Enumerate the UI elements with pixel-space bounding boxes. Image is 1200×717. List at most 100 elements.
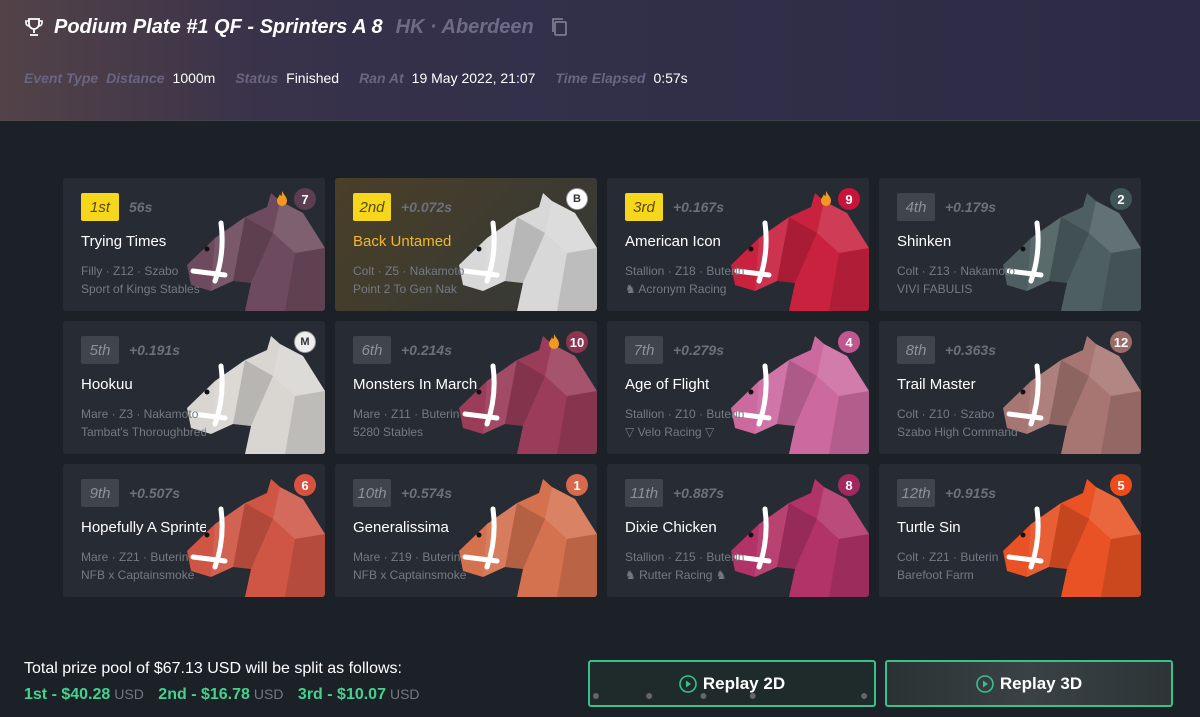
horse-image (187, 479, 325, 597)
time-elapsed-label: Time Elapsed (555, 70, 646, 86)
distance-value: 1000m (172, 70, 216, 86)
horse-details: Mare · Z21 · Buterin (81, 550, 189, 564)
position-badge: 1st (81, 193, 119, 221)
position-badge: 11th (625, 479, 663, 507)
prize-third-unit: USD (389, 686, 420, 702)
horse-name[interactable]: Back Untamed (353, 233, 478, 250)
horse-details: Mare · Z3 · Nakamoto (81, 407, 199, 421)
stable-name[interactable]: NFB x Captainsmoke (353, 568, 478, 582)
horse-name[interactable]: Monsters In March (353, 376, 478, 393)
horse-image (731, 193, 869, 311)
position-badge: 3rd (625, 193, 663, 221)
copy-icon[interactable] (550, 17, 568, 37)
time-gap: +0.887s (673, 485, 724, 501)
horse-image (187, 193, 325, 311)
race-title: Podium Plate #1 QF - Sprinters A 8 (54, 15, 383, 38)
horse-image (731, 336, 869, 454)
stable-name[interactable]: Sport of Kings Stables (81, 282, 206, 296)
gate-number-badge: 12 (1110, 331, 1132, 353)
results-grid: 1st 56s Trying Times Filly · Z12 · Szabo Spo… (63, 178, 1143, 597)
gate-number-badge: 1 (566, 474, 588, 496)
stable-name[interactable]: NFB x Captainsmoke (81, 568, 206, 582)
horse-name[interactable]: American Icon (625, 233, 750, 250)
result-card[interactable]: 9th +0.507s Hopefully A Sprinter Mare · Z21… (63, 464, 325, 597)
stable-name[interactable]: VIVI FABULIS (897, 282, 1022, 296)
result-card[interactable]: 6th +0.214s Monsters In March Mare · Z11 · … (335, 321, 597, 454)
time-gap: +0.191s (129, 342, 180, 358)
gate-number-badge: 4 (838, 331, 860, 353)
stable-name[interactable]: Tambat's Thoroughbreds (81, 425, 206, 439)
position-badge: 8th (897, 336, 935, 364)
result-card[interactable]: 2nd +0.072s Back Untamed Colt · Z5 · Nakamo… (335, 178, 597, 311)
gate-number-badge: 10 (566, 331, 588, 353)
result-card[interactable]: 5th +0.191s Hookuu Mare · Z3 · Nakamoto Tamb… (63, 321, 325, 454)
time-gap: 56s (129, 199, 153, 215)
horse-name[interactable]: Age of Flight (625, 376, 750, 393)
stable-logo-icon: M (294, 331, 316, 353)
time-gap: +0.915s (945, 485, 996, 501)
result-card[interactable]: 12th +0.915s Turtle Sin Colt · Z21 · Buteri… (879, 464, 1141, 597)
position-badge: 10th (353, 479, 391, 507)
distance-label: Distance (106, 70, 165, 86)
horse-name[interactable]: Shinken (897, 233, 1022, 250)
ran-at-value: 19 May 2022, 21:07 (411, 70, 536, 86)
time-gap: +0.167s (673, 199, 724, 215)
horse-name[interactable]: Generalissima (353, 519, 478, 536)
play-circle-icon (976, 674, 994, 693)
horse-name[interactable]: Hopefully A Sprinter (81, 519, 206, 536)
result-card[interactable]: 4th +0.179s Shinken Colt · Z13 · Nakamoto VI… (879, 178, 1141, 311)
horse-image (459, 193, 597, 311)
flame-icon (821, 191, 831, 206)
stable-name[interactable]: Point 2 To Gen Nak (353, 282, 478, 296)
stable-name[interactable]: Barefoot Farm (897, 568, 1022, 582)
horse-name[interactable]: Dixie Chicken (625, 519, 750, 536)
stable-name[interactable]: ▽ Velo Racing ▽ (625, 425, 750, 439)
result-card[interactable]: 1st 56s Trying Times Filly · Z12 · Szabo Spo… (63, 178, 325, 311)
horse-image (459, 336, 597, 454)
gate-number-badge: 6 (294, 474, 316, 496)
replay-2d-button[interactable]: Replay 2D (588, 660, 876, 707)
prize-pool-text: Total prize pool of $67.13 USD will be s… (24, 660, 402, 677)
time-gap: +0.179s (945, 199, 996, 215)
result-card[interactable]: 8th +0.363s Trail Master Colt · Z10 · Szabo… (879, 321, 1141, 454)
result-card[interactable]: 3rd +0.167s American Icon Stallion · Z18 · … (607, 178, 869, 311)
result-card[interactable]: 10th +0.574s Generalissima Mare · Z19 · But… (335, 464, 597, 597)
position-badge: 9th (81, 479, 119, 507)
time-gap: +0.279s (673, 342, 724, 358)
stable-name[interactable]: ♞ Acronym Racing (625, 282, 750, 296)
position-badge: 7th (625, 336, 663, 364)
stable-name[interactable]: 5280 Stables (353, 425, 478, 439)
play-circle-icon (679, 674, 697, 693)
gate-number-badge: 8 (838, 474, 860, 496)
horse-name[interactable]: Turtle Sin (897, 519, 1022, 536)
horse-name[interactable]: Trying Times (81, 233, 206, 250)
flame-icon (277, 191, 287, 206)
horse-details: Colt · Z13 · Nakamoto (897, 264, 1016, 278)
horse-name[interactable]: Hookuu (81, 376, 206, 393)
prize-first-unit: USD (114, 686, 144, 702)
race-location: HK · Aberdeen (395, 15, 534, 38)
position-badge: 12th (897, 479, 935, 507)
horse-name[interactable]: Trail Master (897, 376, 1022, 393)
horse-details: Colt · Z10 · Szabo (897, 407, 995, 421)
result-card[interactable]: 7th +0.279s Age of Flight Stallion · Z10 · … (607, 321, 869, 454)
race-meta: Event Type Distance 1000m Status Finishe… (24, 70, 708, 86)
gate-number-badge: 2 (1110, 188, 1132, 210)
stable-name[interactable]: Szabo High Command (897, 425, 1022, 439)
time-gap: +0.363s (945, 342, 996, 358)
prize-first: 1st - $40.28 (24, 686, 111, 703)
horse-details: Mare · Z19 · Buterin (353, 550, 461, 564)
result-card[interactable]: 11th +0.887s Dixie Chicken Stallion · Z15 ·… (607, 464, 869, 597)
replay-3d-button[interactable]: Replay 3D (885, 660, 1173, 707)
horse-details: Stallion · Z10 · Buterin (625, 407, 745, 421)
stable-name[interactable]: ♞ Rutter Racing ♞ (625, 568, 750, 582)
time-gap: +0.214s (401, 342, 452, 358)
ran-at-label: Ran At (359, 70, 404, 86)
horse-details: Stallion · Z15 · Buterin (625, 550, 745, 564)
horse-image (1003, 336, 1141, 454)
track-preview (592, 693, 868, 699)
horse-image (731, 479, 869, 597)
prize-second: 2nd - $16.78 (158, 686, 250, 703)
race-header: Podium Plate #1 QF - Sprinters A 8 HK · … (0, 0, 1200, 121)
time-gap: +0.507s (129, 485, 180, 501)
